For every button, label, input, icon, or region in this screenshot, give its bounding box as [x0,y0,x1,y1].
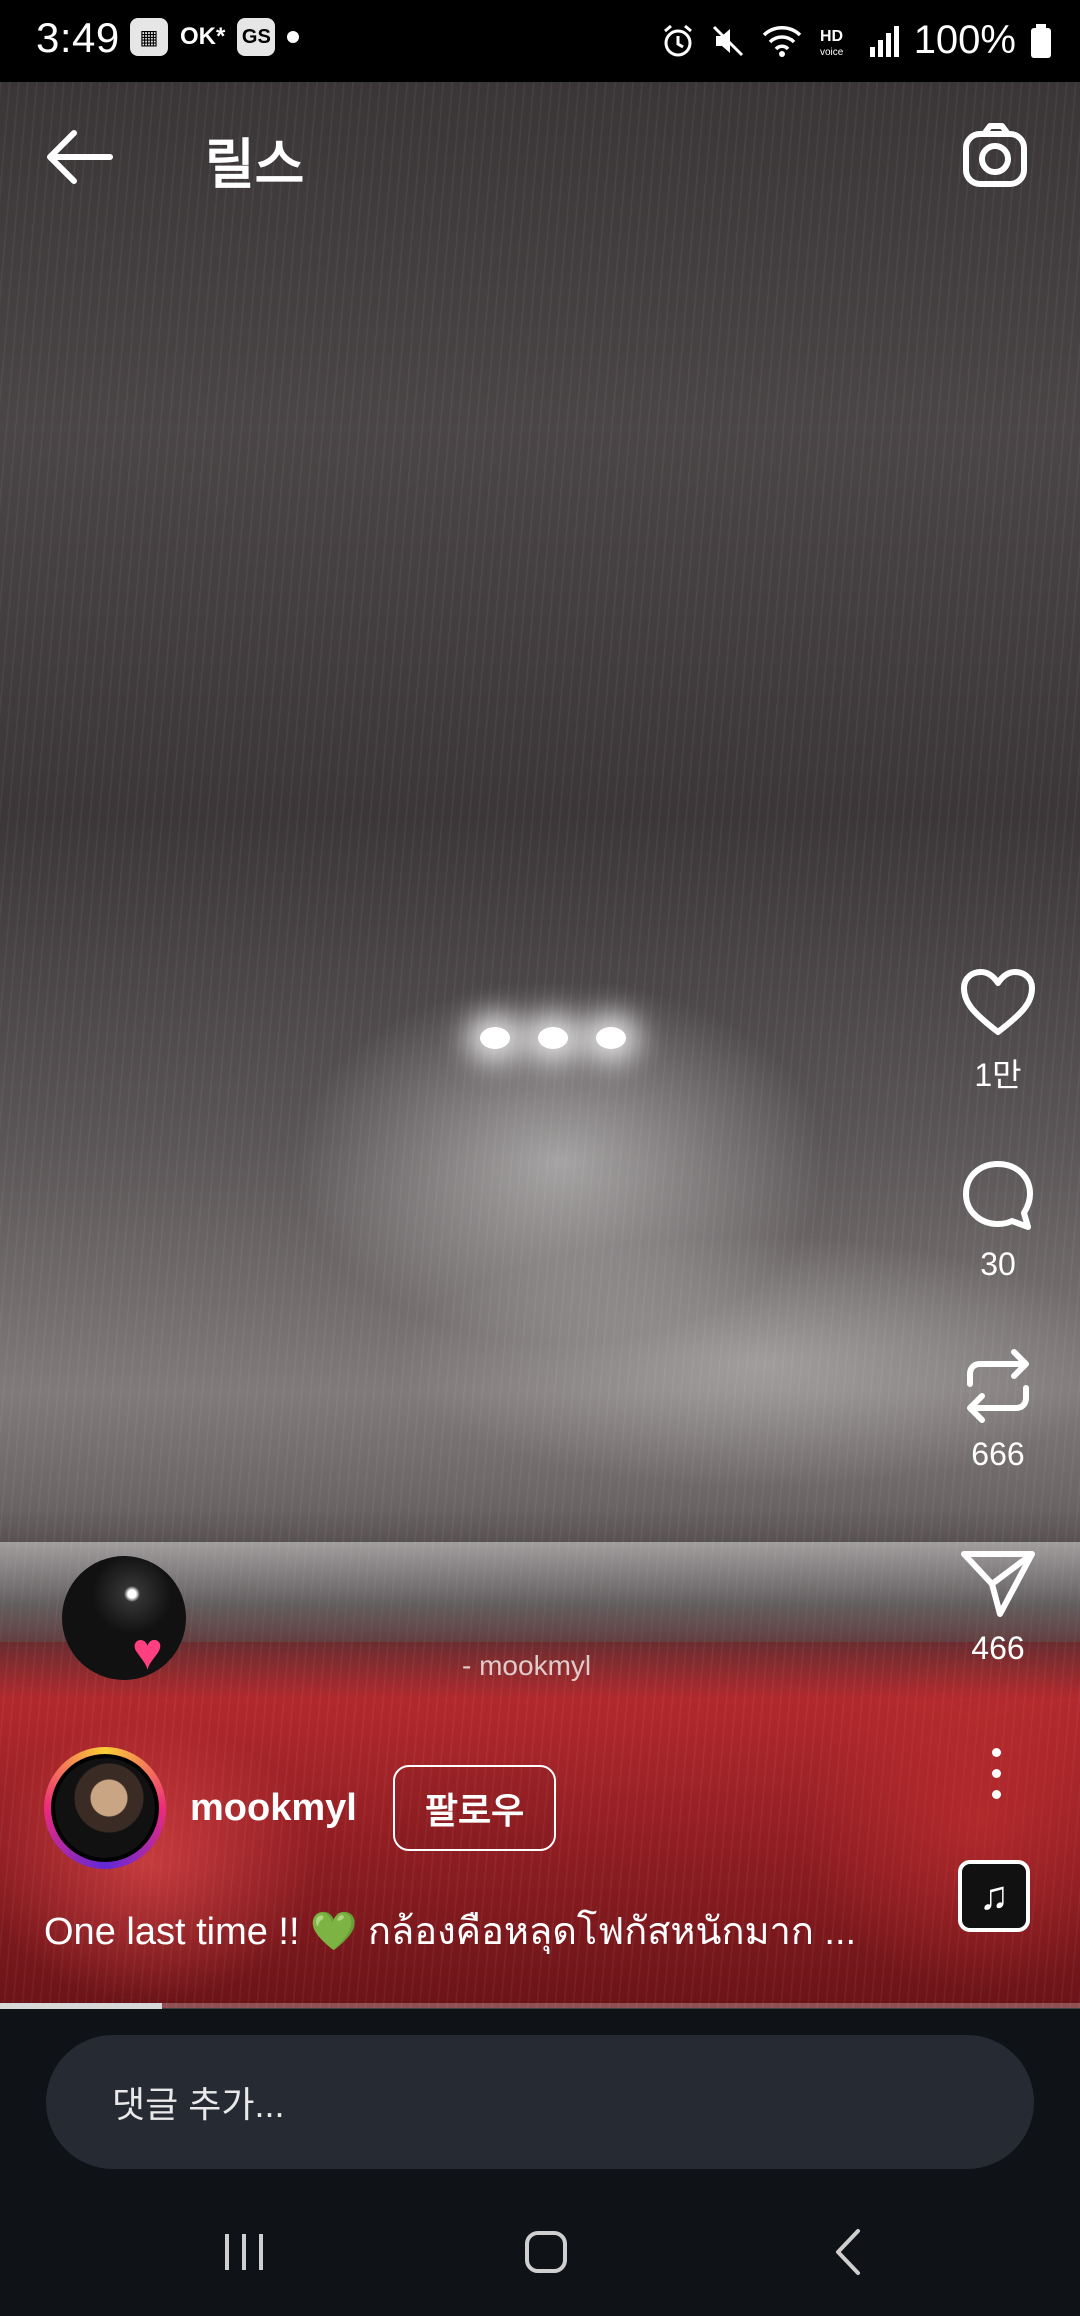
camera-icon [963,123,1027,187]
mute-icon [712,25,743,56]
caption[interactable]: One last time !! 💚 กล้องคือหลุดโฟกัสหนัก… [44,1900,856,1961]
page-title: 릴스 [205,135,305,195]
audio-button[interactable]: ♫ [958,1860,1030,1932]
recents-icon [225,2234,263,2270]
comment-input[interactable]: 댓글 추가... [46,2035,1034,2169]
signal-icon [869,25,899,57]
status-left-icons: ▦ OK* GS [130,18,300,56]
nav-back-icon [836,2229,860,2275]
status-right-icons: HD voice 100% [660,18,1052,63]
video-watermark: - mookmyl [462,1650,592,1681]
reel-video[interactable] [0,82,1080,2008]
more-dot-icon [991,1768,1001,1778]
battery-percent: 100% [913,18,1016,62]
recents-button[interactable] [204,2220,284,2284]
like-action[interactable]: 1만 [938,968,1058,1096]
gs-icon: GS [237,18,276,56]
reels-header: 릴스 [0,82,1080,232]
heart-sticker-icon: ♥ [132,1623,163,1681]
comment-count: 30 [980,1246,1016,1282]
share-action[interactable]: 466 [938,1548,1058,1667]
repost-icon [967,1349,1029,1423]
author-row: mookmyl 팔로우 [44,1746,557,1870]
reel-sticker[interactable]: ♥ [62,1556,186,1681]
repost-count: 666 [971,1436,1025,1472]
send-icon [961,1551,1035,1617]
svg-text:HD: HD [820,28,843,45]
status-bar: 3:49 ▦ OK* GS HD voice 100% [0,0,1080,82]
comment-icon [963,1161,1033,1230]
camera-button[interactable] [960,120,1032,192]
avatar[interactable] [44,1747,166,1869]
dot-icon [287,31,300,43]
nav-back-button[interactable] [808,2220,888,2284]
ok-icon: OK* [180,23,226,50]
gallery-icon: ▦ [130,18,168,56]
battery-icon [1031,23,1051,58]
svg-text:voice: voice [820,47,844,58]
hd-voice-icon: HD voice [820,28,844,58]
home-button[interactable] [506,2220,586,2284]
wifi-icon [762,25,801,57]
alarm-icon [663,24,692,56]
username[interactable]: mookmyl [190,1787,357,1830]
repost-action[interactable]: 666 [938,1348,1058,1473]
status-time: 3:49 [36,14,120,61]
comment-action[interactable]: 30 [938,1158,1058,1283]
follow-button[interactable]: 팔로우 [392,1765,557,1851]
heart-icon [961,969,1035,1035]
comment-bar: 댓글 추가... [0,2009,1080,2184]
caption-text-start: One last time !! [44,1911,311,1953]
green-heart-emoji: 💚 [310,1911,358,1953]
system-nav-bar [0,2184,1080,2316]
more-options-button[interactable] [968,1728,1024,1818]
avatar-image [51,1754,159,1862]
music-note-icon: ♫ [979,1873,1009,1918]
more-dot-icon [991,1747,1001,1757]
caption-text-end: กล้องคือหลุดโฟกัสหนักมาก ... [357,1911,857,1953]
like-count: 1만 [974,1057,1022,1093]
back-button[interactable] [40,122,120,192]
stage-lights [480,1027,626,1049]
back-arrow-icon [47,130,113,184]
home-icon [525,2231,567,2273]
share-count: 466 [971,1630,1025,1666]
more-dot-icon [991,1789,1001,1799]
